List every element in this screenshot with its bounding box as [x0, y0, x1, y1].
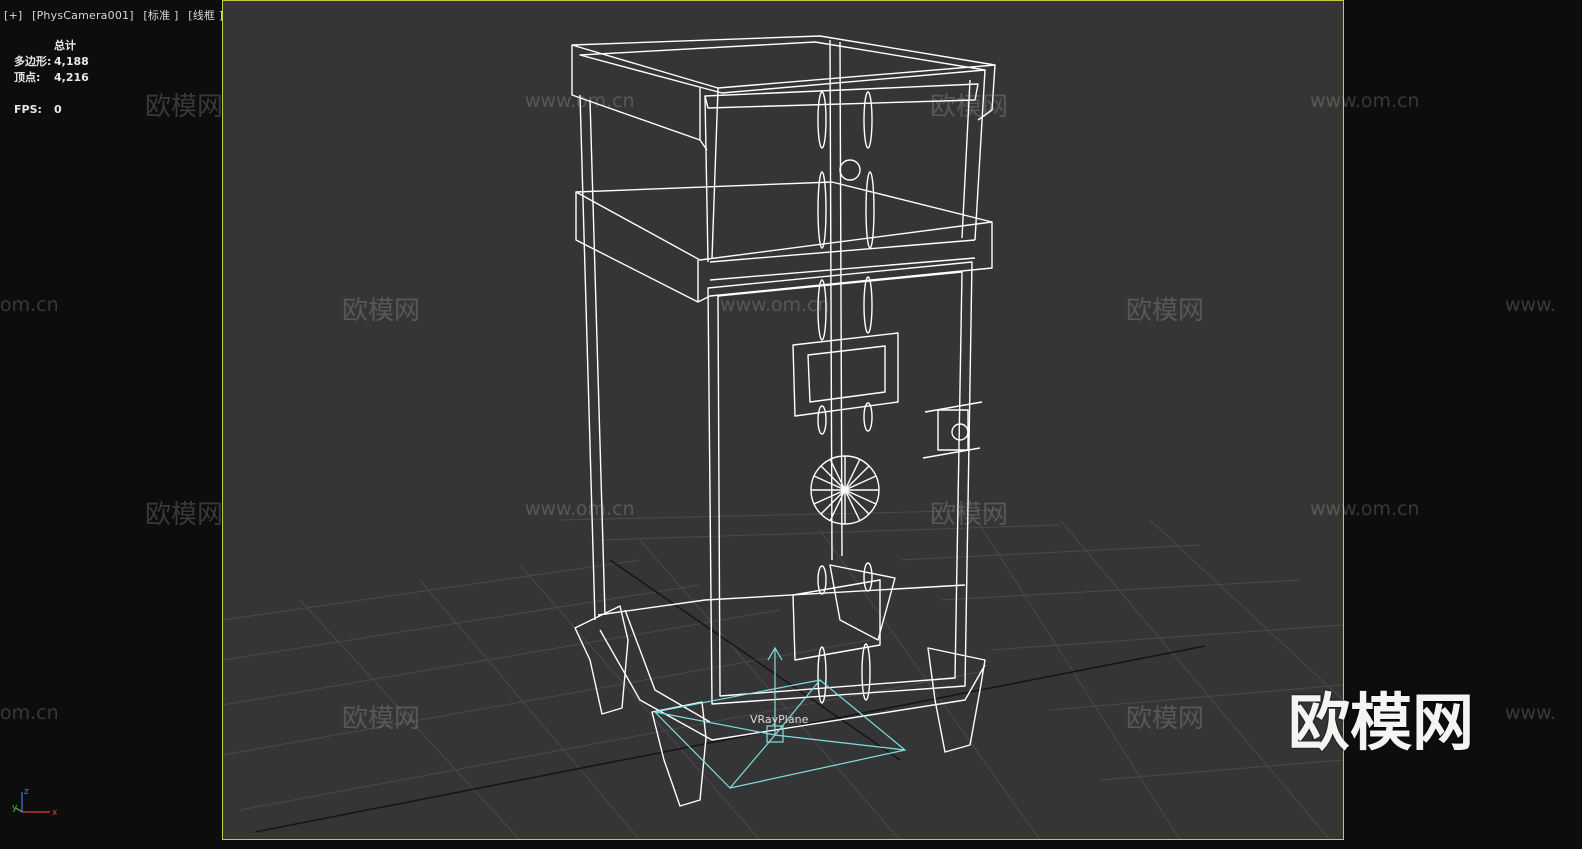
watermark: 欧模网: [1126, 296, 1205, 326]
axis-tripod-icon: x z y: [12, 787, 58, 818]
axis-z-label: z: [24, 787, 29, 797]
brand-watermark: 欧模网: [1288, 686, 1475, 759]
watermark: www.om.cn: [1310, 90, 1420, 112]
watermark: www.: [1505, 294, 1556, 316]
watermark: 欧模网: [145, 92, 224, 122]
axis-y-label: y: [12, 803, 18, 813]
watermark: 欧模网: [342, 296, 421, 326]
watermark: www.: [1505, 702, 1556, 724]
watermark: om.cn: [0, 294, 59, 316]
watermark: www.om.cn: [525, 90, 635, 112]
watermark: www.om.cn: [720, 294, 830, 316]
watermark: om.cn: [0, 702, 59, 724]
watermark: www.om.cn: [1310, 498, 1420, 520]
cabinet-wireframe: [571, 35, 996, 807]
grid-main-axes: [254, 559, 1206, 833]
watermark: 欧模网: [930, 92, 1009, 122]
watermark: 欧模网: [342, 704, 421, 734]
dial-spokes: [811, 456, 879, 524]
watermark: 欧模网: [930, 500, 1009, 530]
watermark: www.om.cn: [525, 498, 635, 520]
ground-grid: [223, 509, 1343, 839]
watermark: 欧模网: [145, 500, 224, 530]
vray-plane-label: VRayPlane: [750, 713, 809, 726]
watermark: 欧模网: [1126, 704, 1205, 734]
axis-x-label: x: [52, 808, 58, 818]
